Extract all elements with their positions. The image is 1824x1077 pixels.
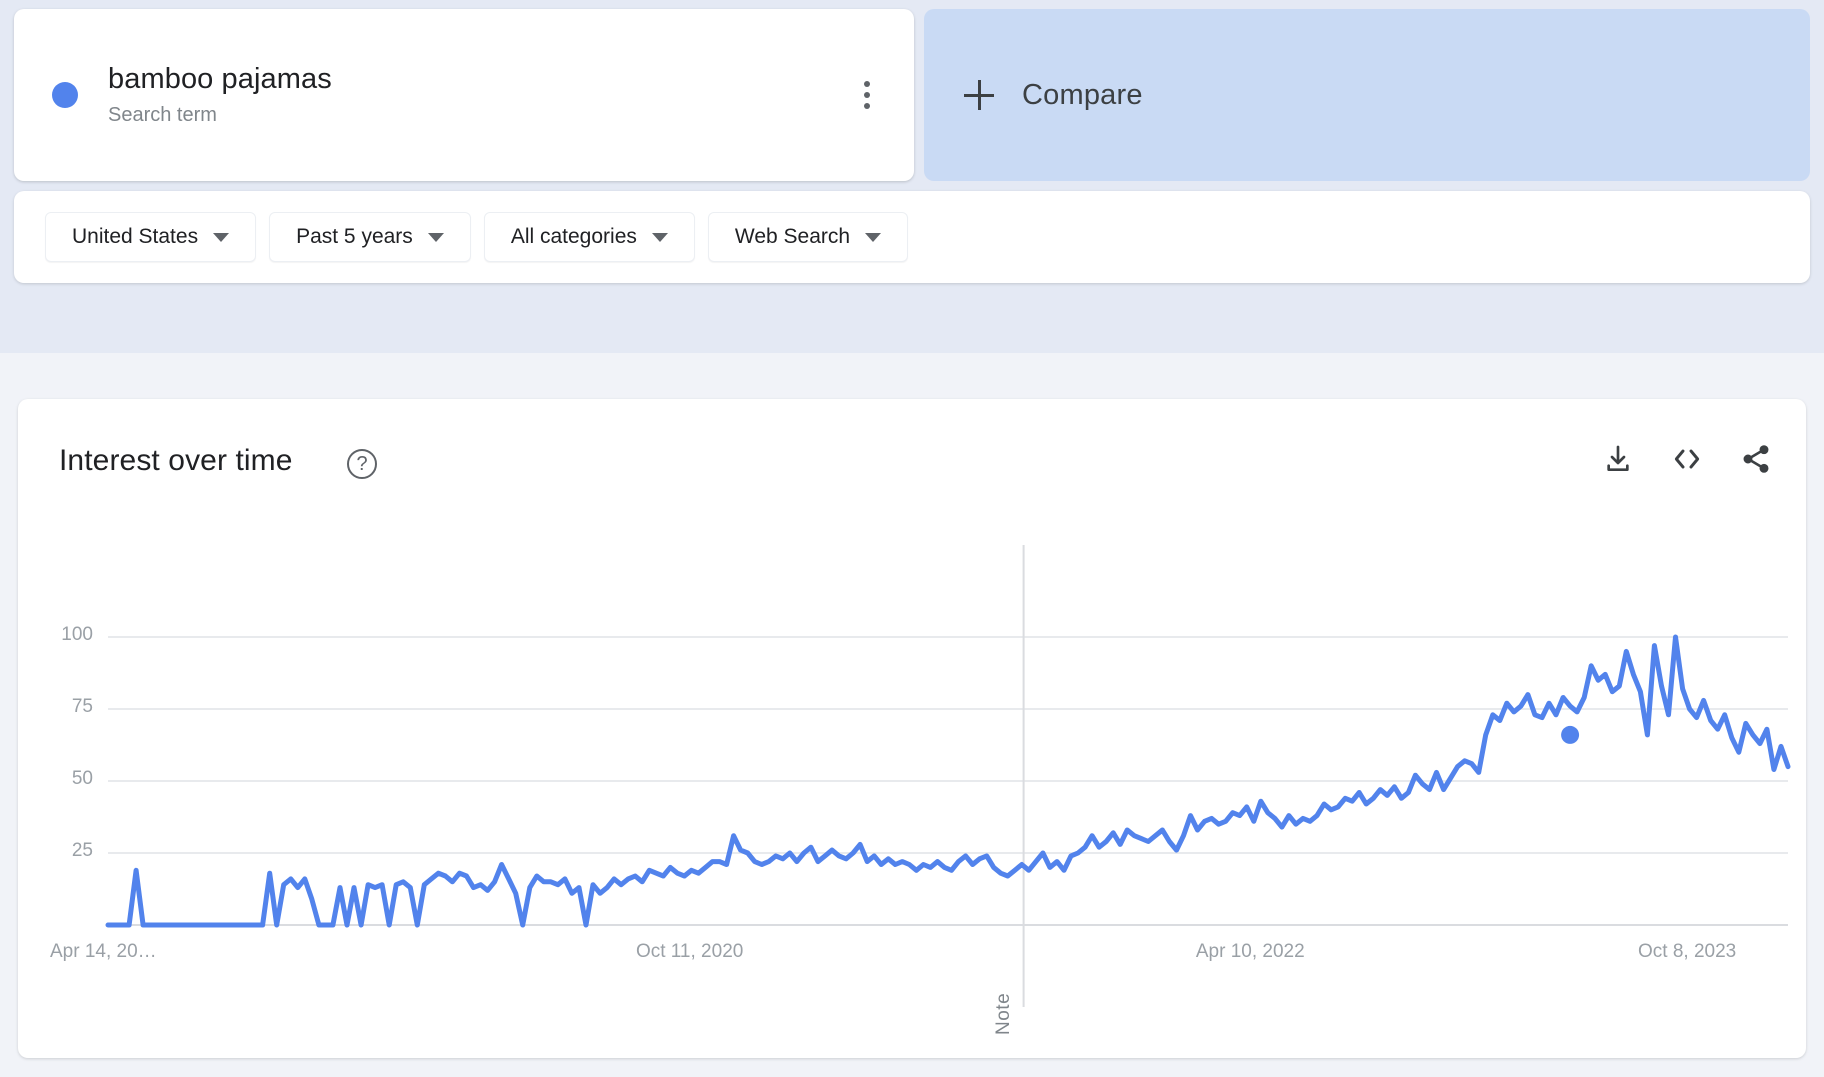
filter-search-type-label: Web Search bbox=[734, 225, 851, 248]
embed-code-icon[interactable] bbox=[1671, 443, 1703, 475]
filter-category[interactable]: All categories bbox=[483, 212, 695, 262]
filter-time-range[interactable]: Past 5 years bbox=[269, 212, 471, 262]
kebab-menu-icon[interactable] bbox=[854, 78, 880, 112]
x-axis-tick-label: Apr 10, 2022 bbox=[1195, 941, 1305, 962]
y-axis-tick-label: 100 bbox=[61, 624, 93, 645]
filter-category-label: All categories bbox=[510, 225, 637, 248]
chart-toolbar bbox=[1602, 443, 1772, 475]
kebab-dot bbox=[864, 81, 870, 87]
y-axis-tick-label: 50 bbox=[71, 768, 93, 789]
y-axis-tick-label: 25 bbox=[71, 840, 93, 861]
x-axis-tick-label: Oct 8, 2023 bbox=[1638, 941, 1737, 962]
search-term-type: Search term bbox=[108, 104, 217, 126]
chevron-down-icon bbox=[865, 232, 882, 242]
page-title: Interest over time bbox=[59, 444, 293, 477]
question-mark-icon[interactable]: ? bbox=[347, 449, 377, 479]
filter-location-label: United States bbox=[72, 225, 199, 248]
chevron-down-icon bbox=[213, 232, 230, 242]
compare-button[interactable]: Compare bbox=[924, 9, 1810, 181]
chevron-down-icon bbox=[427, 232, 444, 242]
search-term-card[interactable]: bamboo pajamas Search term bbox=[14, 9, 914, 181]
compare-label: Compare bbox=[1022, 78, 1143, 111]
download-icon[interactable] bbox=[1602, 443, 1634, 475]
google-trends-page: bamboo pajamas Search term Compare Unite… bbox=[0, 0, 1824, 1077]
share-icon[interactable] bbox=[1740, 443, 1772, 475]
note-annotation-label: Note bbox=[993, 992, 1014, 1035]
x-axis-tick-label: Oct 11, 2020 bbox=[635, 941, 744, 962]
plus-icon bbox=[964, 80, 994, 110]
search-term-label: bamboo pajamas bbox=[108, 63, 332, 95]
kebab-dot bbox=[864, 103, 870, 109]
filter-bar: United States Past 5 years All categorie… bbox=[14, 191, 1810, 283]
series-color-dot bbox=[52, 82, 78, 108]
chart-header: Interest over time ? bbox=[18, 399, 1806, 519]
x-axis-tick-label: Apr 14, 20… bbox=[50, 941, 157, 962]
interest-over-time-card: Interest over time ? Note 25 50 75 100 A… bbox=[18, 399, 1806, 1058]
y-axis-tick-label: 75 bbox=[71, 696, 93, 717]
kebab-dot bbox=[864, 92, 870, 98]
chevron-down-icon bbox=[651, 232, 668, 242]
search-term-content: bamboo pajamas Search term bbox=[14, 60, 332, 130]
filter-location[interactable]: United States bbox=[45, 212, 257, 262]
filter-time-range-label: Past 5 years bbox=[296, 225, 413, 248]
query-row: bamboo pajamas Search term Compare bbox=[14, 9, 1810, 181]
search-term-texts: bamboo pajamas Search term bbox=[108, 60, 332, 130]
filter-search-type[interactable]: Web Search bbox=[707, 212, 909, 262]
